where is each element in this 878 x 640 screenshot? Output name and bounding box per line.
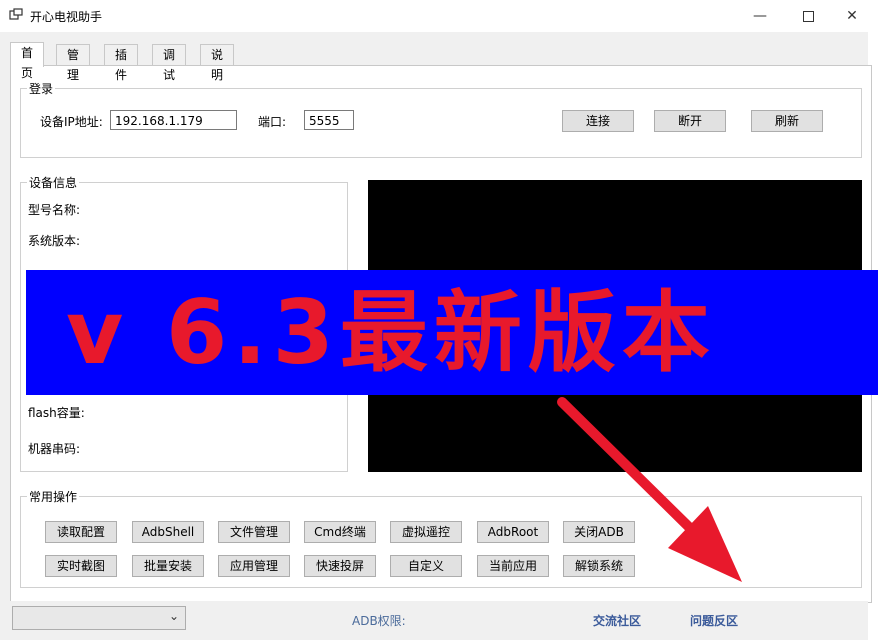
file-manager-button[interactable]: 文件管理: [218, 521, 290, 543]
device-select[interactable]: ⌄: [12, 606, 186, 630]
batch-install-button[interactable]: 批量安装: [132, 555, 204, 577]
window-title: 开心电视助手: [30, 10, 103, 24]
port-label: 端口:: [258, 115, 287, 129]
cmd-terminal-button[interactable]: Cmd终端: [304, 521, 376, 543]
minimize-icon[interactable]: —: [740, 0, 780, 32]
adb-permission-label: ADB权限:: [352, 614, 406, 628]
adbroot-button[interactable]: AdbRoot: [477, 521, 549, 543]
version-banner: v 6.3最新版本: [26, 270, 878, 395]
adbshell-button[interactable]: AdbShell: [132, 521, 204, 543]
model-label: 型号名称:: [28, 203, 81, 217]
version-banner-text: v 6.3最新版本: [66, 281, 716, 384]
tab-help[interactable]: 说明: [200, 44, 235, 82]
maximize-icon[interactable]: [788, 0, 828, 32]
operations-legend: 常用操作: [29, 490, 78, 504]
unlock-system-button[interactable]: 解锁系统: [563, 555, 635, 577]
close-adb-button[interactable]: 关闭ADB: [563, 521, 635, 543]
feedback-link[interactable]: 问题反区: [690, 612, 738, 629]
refresh-button[interactable]: 刷新: [751, 110, 823, 132]
quick-cast-button[interactable]: 快速投屏: [304, 555, 376, 577]
device-info-legend: 设备信息: [29, 176, 78, 190]
port-input[interactable]: 5555: [304, 110, 354, 130]
app-manager-button[interactable]: 应用管理: [218, 555, 290, 577]
ip-input[interactable]: 192.168.1.179: [110, 110, 237, 130]
login-legend: 登录: [29, 82, 54, 96]
app-icon: [9, 8, 23, 22]
serial-label: 机器串码:: [28, 442, 81, 456]
flash-label: flash容量:: [28, 406, 85, 420]
read-config-button[interactable]: 读取配置: [45, 521, 117, 543]
virtual-remote-button[interactable]: 虚拟遥控: [390, 521, 462, 543]
chevron-down-icon: ⌄: [168, 609, 179, 623]
connect-button[interactable]: 连接: [562, 110, 634, 132]
tab-home[interactable]: 首页: [10, 42, 45, 80]
tab-debug[interactable]: 调试: [152, 44, 187, 82]
system-version-label: 系统版本:: [28, 234, 81, 248]
title-bar: 开心电视助手 — ✕: [0, 0, 868, 32]
current-app-button[interactable]: 当前应用: [477, 555, 549, 577]
screenshot-button[interactable]: 实时截图: [45, 555, 117, 577]
tab-manage[interactable]: 管理: [56, 44, 91, 82]
ip-label: 设备IP地址:: [40, 115, 103, 129]
custom-button[interactable]: 自定义: [390, 555, 462, 577]
close-icon[interactable]: ✕: [832, 0, 872, 32]
community-link[interactable]: 交流社区: [593, 612, 641, 629]
disconnect-button[interactable]: 断开: [654, 110, 726, 132]
tab-plugins[interactable]: 插件: [104, 44, 139, 82]
